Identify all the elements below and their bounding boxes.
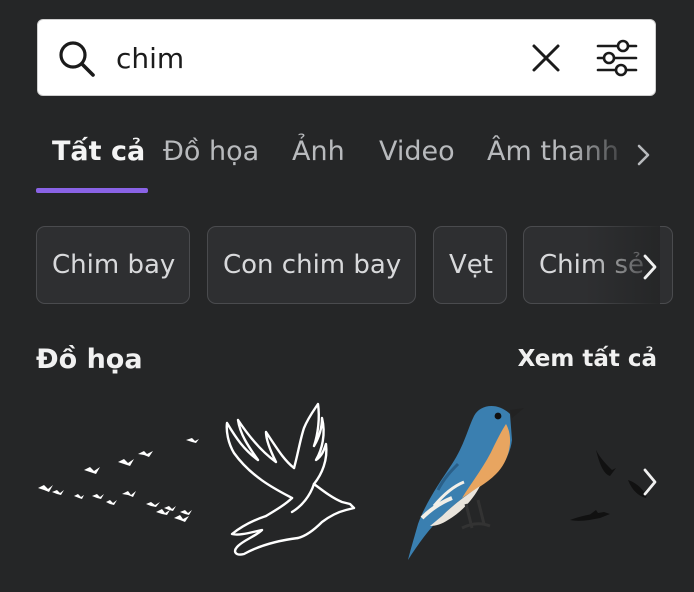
see-all-link[interactable]: Xem tất cả: [518, 346, 657, 372]
search-bar: [37, 19, 656, 96]
chevron-right-icon[interactable]: [636, 250, 664, 284]
suggestion-chips: Chim bay Con chim bay Vẹt Chim sẻ: [0, 226, 694, 306]
tabs-fade: [572, 132, 632, 178]
chevron-right-icon[interactable]: [636, 464, 664, 500]
chip-vet[interactable]: Vẹt: [433, 226, 507, 304]
filter-sliders-icon[interactable]: [595, 36, 639, 80]
search-icon: [59, 41, 95, 77]
active-tab-indicator: [36, 188, 148, 193]
close-icon[interactable]: [528, 40, 564, 76]
graphic-dove-outline[interactable]: [222, 398, 362, 564]
chip-con-chim-bay[interactable]: Con chim bay: [207, 226, 416, 304]
category-tabs: Tất cả Đồ họa Ảnh Video Âm thanh: [0, 120, 694, 200]
chip-chim-bay[interactable]: Chim bay: [36, 226, 190, 304]
tab-photos[interactable]: Ảnh: [292, 136, 345, 167]
graphic-bird-flock[interactable]: [34, 432, 199, 532]
section-title: Đồ họa: [36, 344, 143, 375]
tab-graphics[interactable]: Đồ họa: [163, 136, 259, 167]
tab-all[interactable]: Tất cả: [52, 136, 145, 167]
search-input[interactable]: [116, 39, 506, 77]
chevron-right-icon[interactable]: [628, 138, 658, 172]
graphic-bluebird[interactable]: [402, 398, 532, 564]
tab-videos[interactable]: Video: [379, 136, 455, 167]
